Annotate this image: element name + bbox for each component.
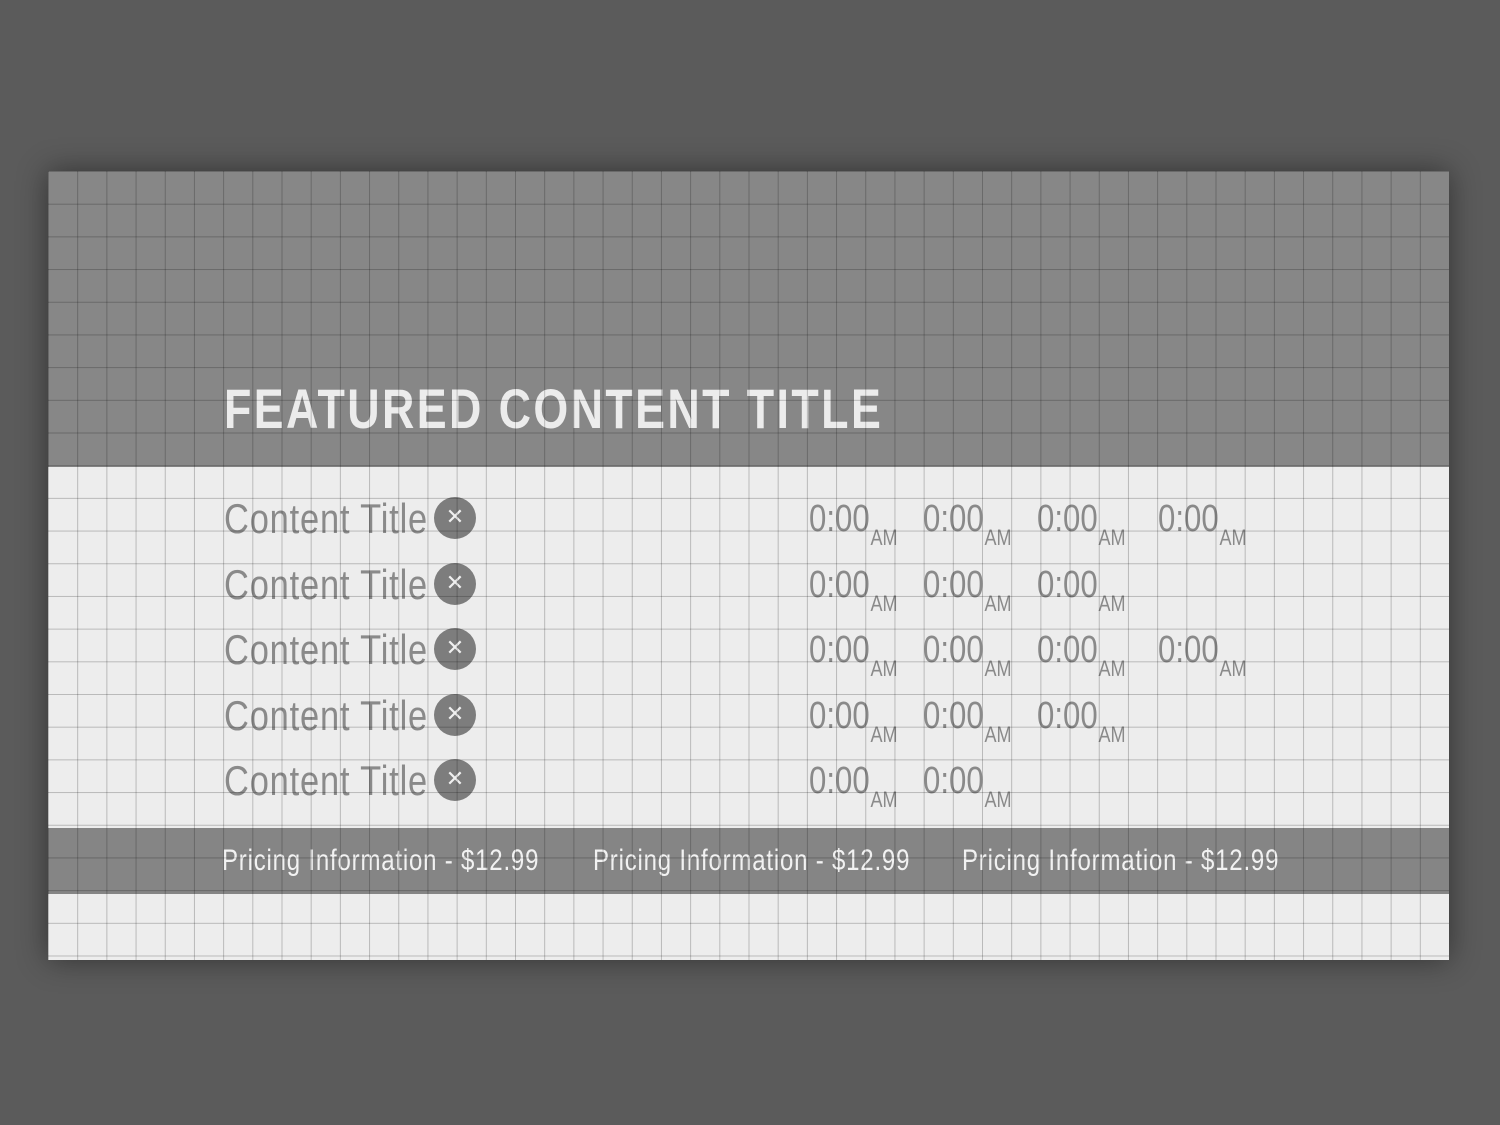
pricing-info: Pricing Information - $12.99 <box>962 844 1280 877</box>
close-icon[interactable]: ✕ <box>434 497 476 539</box>
showtime[interactable]: 0:00AM <box>809 626 898 681</box>
showtime[interactable]: 0:00AM <box>1037 561 1126 616</box>
content-title: Content Title <box>224 495 429 542</box>
showtime[interactable]: 0:00AM <box>1158 495 1247 550</box>
pricing-bar: Pricing Information - $12.99 Pricing Inf… <box>48 828 1449 894</box>
content-title: Content Title <box>224 757 429 804</box>
content-row: Content Title ✕ 0:00AM 0:00AM 0:00AM 0:0… <box>48 620 1449 681</box>
showtime[interactable]: 0:00AM <box>809 757 898 812</box>
showtime[interactable]: 0:00AM <box>1158 626 1247 681</box>
pricing-info: Pricing Information - $12.99 <box>222 844 540 877</box>
showtime[interactable]: 0:00AM <box>923 561 1012 616</box>
showtime[interactable]: 0:00AM <box>809 692 898 747</box>
schedule-board: FEATURED CONTENT TITLE Content Title ✕ 0… <box>48 171 1449 960</box>
showtime[interactable]: 0:00AM <box>809 561 898 616</box>
content-row: Content Title ✕ 0:00AM 0:00AM 0:00AM <box>48 686 1449 747</box>
pricing-info: Pricing Information - $12.99 <box>593 844 911 877</box>
showtime[interactable]: 0:00AM <box>809 495 898 550</box>
content-row: Content Title ✕ 0:00AM 0:00AM <box>48 751 1449 812</box>
showtime[interactable]: 0:00AM <box>923 757 1012 812</box>
content-row: Content Title ✕ 0:00AM 0:00AM 0:00AM 0:0… <box>48 489 1449 550</box>
close-icon[interactable]: ✕ <box>434 628 476 670</box>
content-row: Content Title ✕ 0:00AM 0:00AM 0:00AM <box>48 555 1449 616</box>
showtime[interactable]: 0:00AM <box>923 692 1012 747</box>
close-icon[interactable]: ✕ <box>434 759 476 801</box>
close-icon[interactable]: ✕ <box>434 563 476 605</box>
showtime[interactable]: 0:00AM <box>1037 626 1126 681</box>
close-icon[interactable]: ✕ <box>434 694 476 736</box>
showtime[interactable]: 0:00AM <box>1037 692 1126 747</box>
content-title: Content Title <box>224 626 429 673</box>
content-title: Content Title <box>224 692 429 739</box>
showtime[interactable]: 0:00AM <box>923 626 1012 681</box>
showtime[interactable]: 0:00AM <box>923 495 1012 550</box>
content-title: Content Title <box>224 561 429 608</box>
showtime[interactable]: 0:00AM <box>1037 495 1126 550</box>
